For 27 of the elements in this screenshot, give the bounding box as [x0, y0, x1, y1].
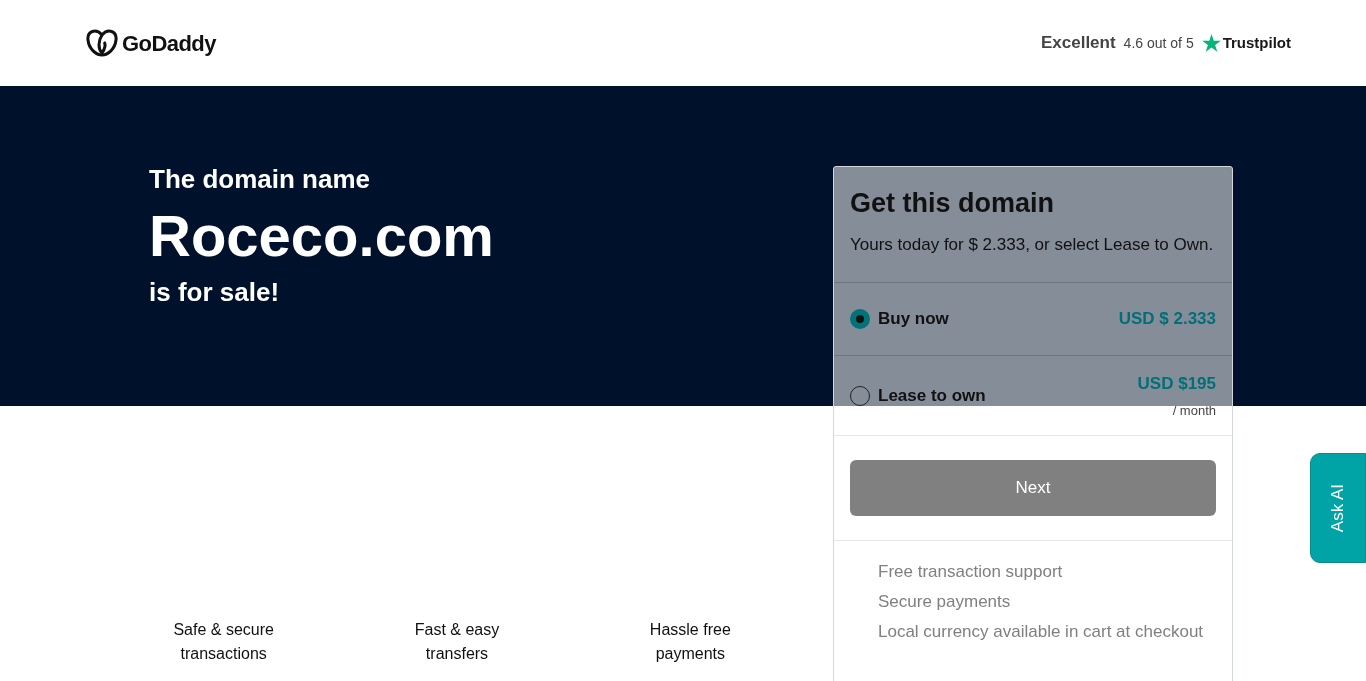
- benefit-text: Local currency available in cart at checkout: [878, 621, 1205, 643]
- trustpilot-wordmark: Trustpilot: [1222, 32, 1291, 53]
- card-title: Get this domain: [850, 187, 1056, 220]
- ask-ai-tab[interactable]: Ask AI: [1310, 453, 1366, 563]
- domain-name: Roceco.com: [149, 202, 495, 270]
- card-subtitle: Yours today for $ 2.333, or select Lease to Own.: [850, 233, 1215, 256]
- hero-intro: The domain name: [149, 163, 372, 196]
- price-period: / month: [1172, 401, 1216, 420]
- benefit-text: Secure payments: [878, 591, 1012, 613]
- logo-icon: [86, 29, 118, 57]
- feature-label: Hassle free payments: [648, 619, 732, 664]
- next-button[interactable]: Next: [850, 460, 1216, 516]
- logo-wordmark[interactable]: GoDaddy: [122, 26, 216, 60]
- rating-label: Excellent: [1040, 32, 1116, 55]
- purchase-option[interactable]: Buy now USD $ 2.333: [834, 283, 1232, 356]
- option-label: Buy now: [878, 308, 949, 331]
- star-icon: [1201, 34, 1221, 52]
- rating-score: 4.6 out of 5: [1123, 33, 1194, 53]
- feature-label: Fast & easy transfers: [413, 619, 501, 664]
- radio-button[interactable]: [850, 309, 870, 329]
- option-price: USD $ 2.333: [1118, 308, 1216, 331]
- purchase-option[interactable]: Lease to own USD $195 / month: [834, 356, 1232, 436]
- option-label: Lease to own: [878, 384, 986, 407]
- benefit-text: Free transaction support: [878, 561, 1064, 583]
- feature-label: Safe & secure transactions: [172, 619, 275, 664]
- hero-outro: is for sale!: [149, 275, 281, 309]
- option-price: USD $195: [1137, 373, 1216, 395]
